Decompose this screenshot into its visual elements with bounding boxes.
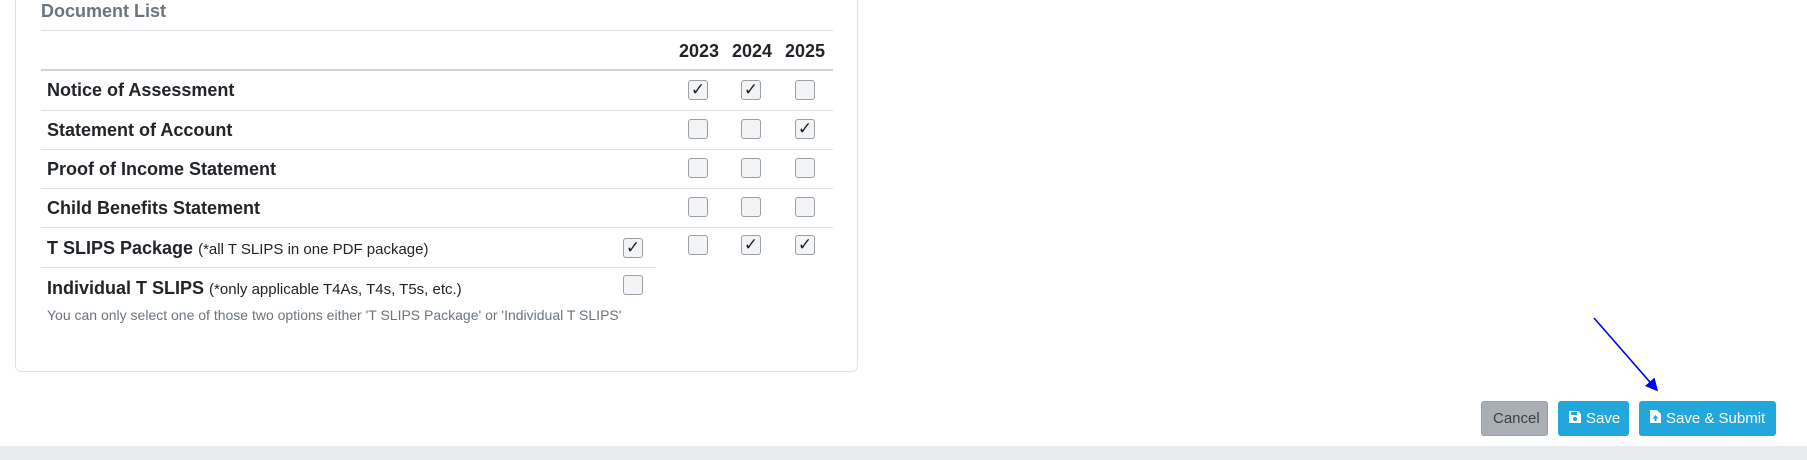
cancel-button[interactable]: Cancel (1481, 401, 1548, 436)
save-and-submit-button[interactable]: Save & Submit (1639, 401, 1776, 436)
file-upload-icon (1650, 401, 1661, 436)
floppy-disk-icon (1569, 401, 1581, 436)
save-button[interactable]: Save (1558, 401, 1629, 436)
annotation-arrow (1593, 317, 1659, 392)
save-and-submit-button-label: Save & Submit (1666, 410, 1766, 427)
save-button-label: Save (1586, 410, 1621, 427)
